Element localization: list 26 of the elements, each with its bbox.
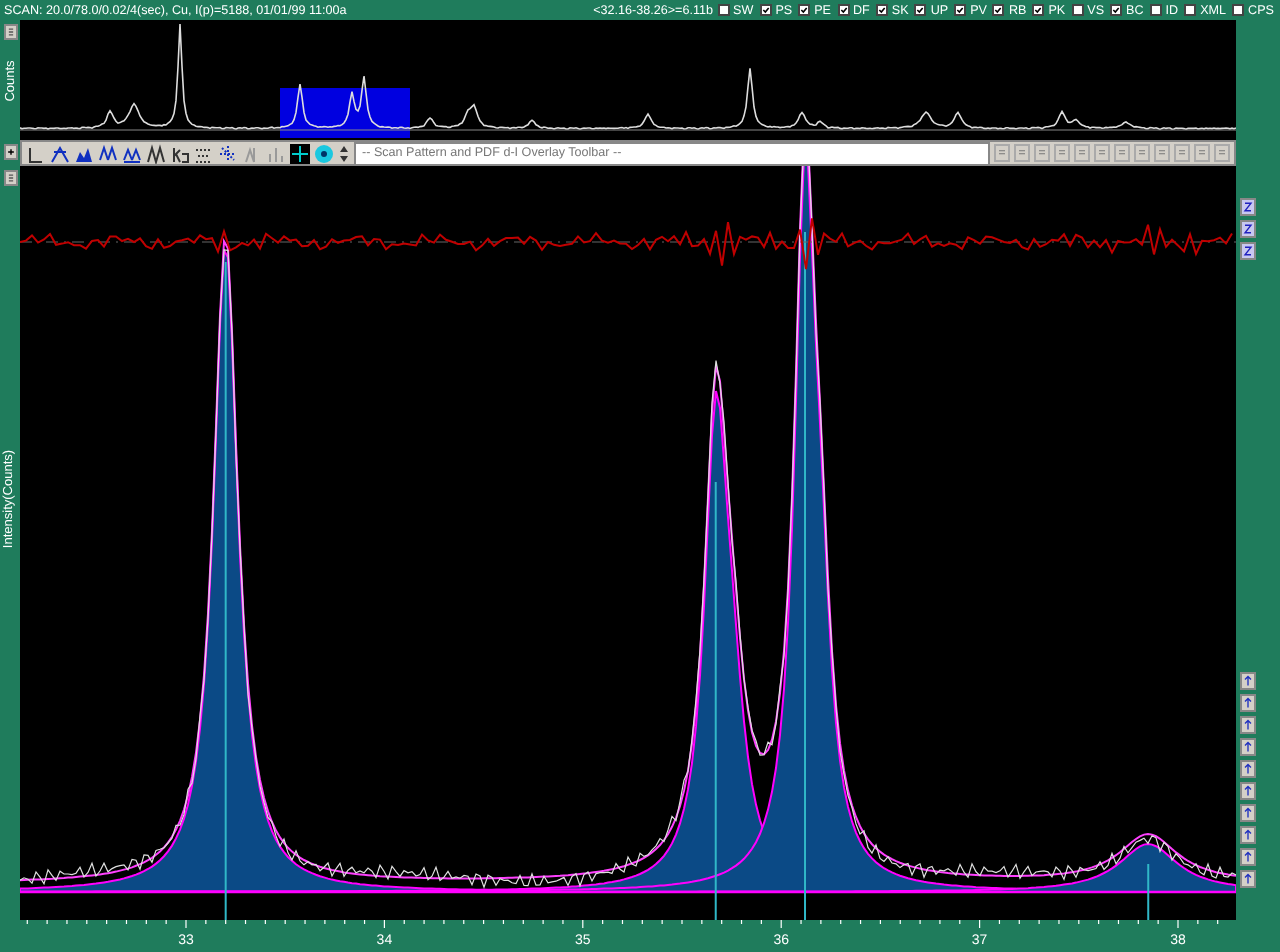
checkbox[interactable] [954,4,967,16]
checkbox[interactable] [875,4,888,16]
dotted-lines-icon[interactable] [194,143,214,163]
target-icon[interactable] [314,143,334,163]
zigzag-icon[interactable] [146,143,166,163]
axes-icon[interactable] [26,143,46,163]
checkbox[interactable] [1071,4,1084,16]
checkbox[interactable] [1032,4,1045,16]
peak-label-icon[interactable] [50,143,70,163]
peak-baseline-icon[interactable] [122,143,142,163]
checkbox[interactable] [1232,4,1245,16]
scroll-button[interactable] [3,170,17,186]
checkbox[interactable] [1110,4,1123,16]
double-peak-icon[interactable] [98,143,118,163]
scroll-button[interactable] [3,24,17,40]
checkbox[interactable] [1149,4,1162,16]
checkbox[interactable] [798,4,811,16]
checkbox[interactable] [914,4,927,16]
checkbox[interactable] [759,4,772,16]
checkbox[interactable] [837,4,849,16]
checkbox[interactable] [992,4,1005,16]
spinner-icon[interactable] [338,143,350,163]
checkbox[interactable] [717,4,730,16]
add-icon[interactable] [3,144,17,160]
checkbox[interactable] [1184,4,1197,16]
zoom-icon[interactable] [1240,198,1256,216]
